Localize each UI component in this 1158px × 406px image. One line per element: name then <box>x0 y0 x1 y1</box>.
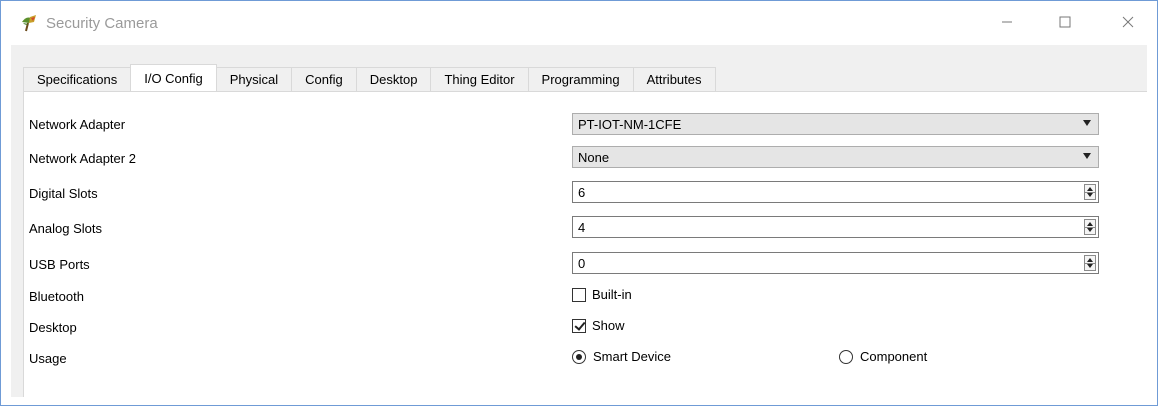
usage-label: Usage <box>29 351 67 366</box>
desktop-option-label: Show <box>592 318 625 333</box>
tab-desktop[interactable]: Desktop <box>355 67 432 91</box>
bluetooth-option-label: Built-in <box>592 287 632 302</box>
minimize-icon <box>1001 16 1013 31</box>
close-icon <box>1122 16 1134 31</box>
app-window: Security Camera Specifications I/O Confi… <box>0 0 1158 406</box>
bluetooth-checkbox[interactable]: Built-in <box>572 287 632 302</box>
usb-ports-label: USB Ports <box>29 257 90 272</box>
plant-camera-icon <box>19 13 39 33</box>
analog-slots-label: Analog Slots <box>29 221 102 236</box>
checkbox-checked-icon <box>572 318 586 333</box>
tab-config[interactable]: Config <box>291 67 357 91</box>
usage-smart-device-radio[interactable]: Smart Device <box>572 349 671 364</box>
spin-up-icon <box>1087 187 1093 191</box>
tab-physical[interactable]: Physical <box>215 67 293 91</box>
spin-down-icon <box>1087 193 1093 197</box>
network-adapter-2-value: None <box>578 149 610 165</box>
smart-device-label: Smart Device <box>593 349 672 364</box>
maximize-icon <box>1059 16 1071 31</box>
usage-component-radio[interactable]: Component <box>839 349 927 364</box>
spin-up-icon <box>1087 258 1093 262</box>
component-label: Component <box>860 349 928 364</box>
tab-bar: Specifications I/O Config Physical Confi… <box>23 64 716 91</box>
checkbox-icon <box>572 287 586 302</box>
desktop-show-checkbox[interactable]: Show <box>572 318 625 333</box>
digital-slots-value: 6 <box>578 184 586 200</box>
analog-slots-value: 4 <box>578 219 586 235</box>
title-bar: Security Camera <box>1 1 1157 45</box>
network-adapter-select[interactable]: PT-IOT-NM-1CFE <box>572 113 1099 135</box>
network-adapter-2-select[interactable]: None <box>572 146 1099 168</box>
usb-ports-spinbox[interactable]: 0 <box>572 252 1099 274</box>
dropdown-arrow-icon <box>1083 120 1091 126</box>
spin-down-icon <box>1087 264 1093 268</box>
maximize-button[interactable] <box>1042 1 1088 45</box>
window-title: Security Camera <box>46 15 158 32</box>
analog-slots-spinbox[interactable]: 4 <box>572 216 1099 238</box>
spin-buttons[interactable] <box>1084 184 1096 200</box>
network-adapter-2-label: Network Adapter 2 <box>29 151 136 166</box>
spin-buttons[interactable] <box>1084 255 1096 271</box>
usb-ports-value: 0 <box>578 255 586 271</box>
tab-thing-editor[interactable]: Thing Editor <box>430 67 529 91</box>
desktop-label: Desktop <box>29 320 77 335</box>
tab-specifications[interactable]: Specifications <box>23 67 132 91</box>
radio-selected-icon <box>572 349 586 364</box>
tab-programming[interactable]: Programming <box>527 67 634 91</box>
minimize-button[interactable] <box>984 1 1030 45</box>
spin-down-icon <box>1087 228 1093 232</box>
spin-buttons[interactable] <box>1084 219 1096 235</box>
tab-attributes[interactable]: Attributes <box>632 67 716 91</box>
network-adapter-value: PT-IOT-NM-1CFE <box>578 116 682 132</box>
network-adapter-label: Network Adapter <box>29 117 126 132</box>
tab-io-config[interactable]: I/O Config <box>130 64 217 91</box>
digital-slots-spinbox[interactable]: 6 <box>572 181 1099 203</box>
spin-up-icon <box>1087 222 1093 226</box>
radio-unselected-icon <box>839 349 853 364</box>
digital-slots-label: Digital Slots <box>29 186 98 201</box>
dropdown-arrow-icon <box>1083 153 1091 159</box>
bluetooth-label: Bluetooth <box>29 289 84 304</box>
close-button[interactable] <box>1105 1 1151 45</box>
